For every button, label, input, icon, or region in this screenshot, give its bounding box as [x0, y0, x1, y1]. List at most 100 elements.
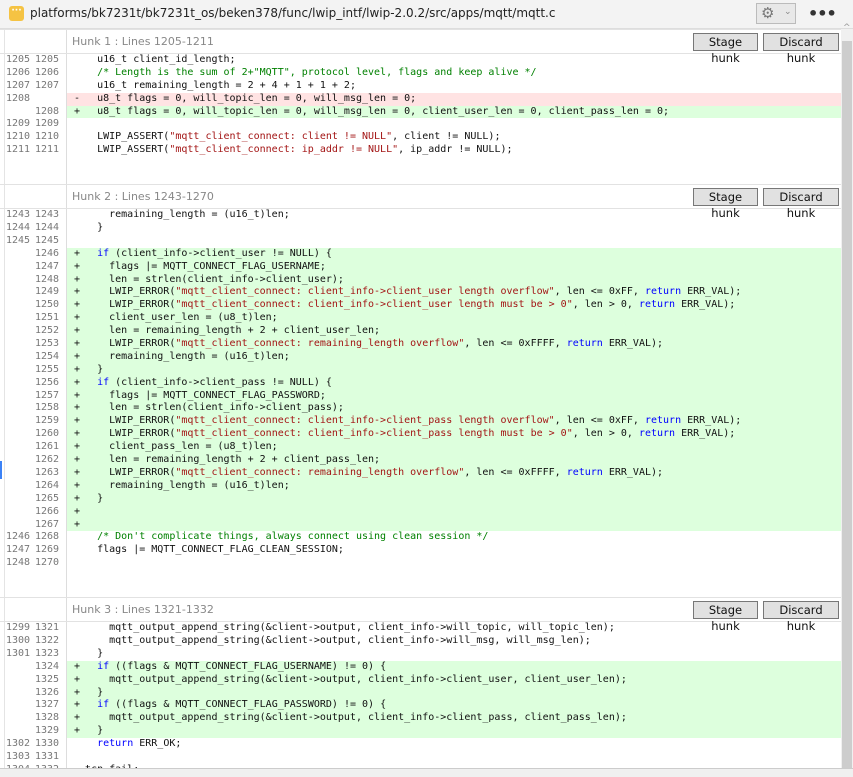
line-numbers: 1255 — [6, 364, 64, 377]
keyword-token: if — [97, 247, 110, 259]
diff-line-add: 1264 remaining_length = (u16_t)len; + — [0, 479, 841, 493]
string-token: "mqtt_client_connect: client_info->clien… — [175, 415, 555, 427]
added-sign: + — [74, 299, 81, 311]
added-sign: + — [74, 454, 81, 466]
added-sign: + — [74, 376, 81, 388]
diff-line-add: 1261 client_pass_len = (u8_t)len; + — [0, 441, 841, 455]
new-line-number: 1324 — [35, 660, 60, 672]
new-line-number: 1244 — [35, 222, 60, 234]
new-line-number: 1211 — [35, 144, 60, 156]
code-token: , len <= 0xFF, — [554, 415, 645, 427]
code-text: return ERR_OK; — [67, 738, 841, 751]
keyword-token: return — [638, 428, 676, 440]
stage-hunk-button[interactable]: Stage hunk — [693, 33, 758, 65]
old-line-number: 1210 — [6, 131, 31, 143]
file-path: platforms/bk7231t/bk7231t_os/beken378/fu… — [30, 6, 556, 20]
line-numbers: 1243 1243 — [6, 209, 64, 222]
old-line-number: 1243 — [6, 209, 31, 221]
hunk-title: Hunk 1 : Lines 1205-1211 — [72, 35, 214, 48]
code-token: remaining_length = (u16_t)len; — [73, 209, 290, 221]
line-numbers: 1264 — [6, 480, 64, 493]
code-token: ((flags & MQTT_CONNECT_FLAG_USERNAME) !=… — [109, 660, 387, 672]
code-token: u8_t flags = 0, will_topic_len = 0, will… — [73, 105, 670, 117]
new-line-number: 1208 — [35, 105, 60, 117]
diff-line-ctx: 1247 1269 flags |= MQTT_CONNECT_FLAG_CLEA… — [0, 544, 841, 557]
code-token: client_pass_len = (u8_t)len; — [73, 441, 278, 453]
new-line-number: 1258 — [35, 402, 60, 414]
string-token: "mqtt_client_connect: client != NULL" — [169, 131, 393, 143]
old-line-number: 1300 — [6, 634, 31, 646]
keyword-token: return — [644, 286, 682, 298]
added-sign: + — [74, 415, 81, 427]
line-numbers: 1248 — [6, 274, 64, 287]
new-line-number: 1327 — [35, 699, 60, 711]
code-token: len = remaining_length + 2 + client_user… — [73, 325, 381, 337]
old-line-number: 1206 — [6, 66, 31, 78]
string-token: "mqtt_client_connect: client_info->clien… — [175, 286, 555, 298]
line-numbers: 1208 — [6, 93, 64, 106]
code-token: } — [73, 647, 104, 659]
added-sign: + — [74, 325, 81, 337]
diff-line-add: 1252 len = remaining_length + 2 + client… — [0, 325, 841, 339]
code-token: ERR_VAL); — [675, 299, 736, 311]
line-numbers: 1244 1244 — [6, 222, 64, 235]
diff-line-ctx: 1245 1245 — [0, 235, 841, 248]
diff-line-ctx: 1207 1207 u16_t remaining_length = 2 + 4 … — [0, 80, 841, 93]
line-numbers: 1326 — [6, 687, 64, 700]
diff-line-ctx: 1211 1211 LWIP_ASSERT("mqtt_client_connec… — [0, 144, 841, 157]
new-line-number: 1329 — [35, 725, 60, 737]
code-text: u8_t flags = 0, will_topic_len = 0, will… — [67, 92, 841, 106]
diff-line-ctx: 1244 1244 } — [0, 222, 841, 235]
keyword-token: if — [97, 376, 110, 388]
new-line-number: 1259 — [35, 415, 60, 427]
code-token: LWIP_ERROR( — [73, 338, 176, 350]
old-line-number: 1301 — [6, 647, 31, 659]
new-line-number: 1264 — [35, 479, 60, 491]
added-sign: + — [74, 725, 81, 737]
stage-hunk-button[interactable]: Stage hunk — [693, 601, 758, 633]
added-sign: + — [74, 492, 81, 504]
line-numbers: 1246 1268 — [6, 531, 64, 544]
diff-line-ctx: 1302 1330 return ERR_OK; — [0, 738, 841, 751]
discard-hunk-button[interactable]: Discard hunk — [763, 33, 839, 65]
more-icon[interactable]: ••• — [808, 4, 837, 23]
diff-line-add: 1249 LWIP_ERROR("mqtt_client_connect: cl… — [0, 286, 841, 300]
diff-line-add: 1267 + — [0, 518, 841, 532]
old-line-number: 1303 — [6, 750, 31, 762]
vertical-scrollbar[interactable]: ^ — [841, 23, 853, 768]
line-numbers: 1261 — [6, 441, 64, 454]
string-token: "mqtt_client_connect: client_info->clien… — [175, 299, 573, 311]
code-token: (client_info->client_pass != NULL) { — [109, 376, 332, 388]
code-text — [67, 505, 841, 519]
scrollbar-thumb[interactable] — [842, 41, 852, 768]
added-sign: + — [74, 466, 81, 478]
scroll-up-icon[interactable]: ^ — [843, 23, 851, 33]
new-line-number: 1260 — [35, 428, 60, 440]
code-text: u16_t client_id_length; — [67, 54, 841, 67]
code-text: LWIP_ASSERT("mqtt_client_connect: client… — [67, 131, 841, 144]
new-line-number: 1206 — [35, 66, 60, 78]
line-numbers: 1208 — [6, 106, 64, 119]
code-token: LWIP_ERROR( — [73, 415, 176, 427]
code-text: if (client_info->client_pass != NULL) { — [67, 376, 841, 390]
stage-hunk-button[interactable]: Stage hunk — [693, 188, 758, 220]
line-numbers: 1246 — [6, 248, 64, 261]
settings-dropdown-button[interactable]: ⚙ ⌄ — [756, 3, 796, 24]
new-line-number: 1256 — [35, 376, 60, 388]
new-line-number: 1328 — [35, 712, 60, 724]
string-token: "mqtt_client_connect: client_info->clien… — [175, 428, 573, 440]
discard-hunk-button[interactable]: Discard hunk — [763, 601, 839, 633]
code-text: if ((flags & MQTT_CONNECT_FLAG_USERNAME)… — [67, 660, 841, 674]
discard-hunk-button[interactable]: Discard hunk — [763, 188, 839, 220]
keyword-token: return — [566, 466, 603, 478]
diff-line-add: 1259 LWIP_ERROR("mqtt_client_connect: cl… — [0, 415, 841, 429]
code-token: LWIP_ERROR( — [73, 286, 176, 298]
hunk-header: Hunk 2 : Lines 1243-1270 Stage hunk Discar… — [0, 184, 841, 220]
hunk-1: Hunk 1 : Lines 1205-1211 Stage hunk Discar… — [0, 29, 841, 184]
added-sign: + — [74, 441, 81, 453]
code-token: ERR_VAL); — [602, 466, 664, 478]
line-numbers: 1245 1245 — [6, 235, 64, 248]
line-numbers: 1262 — [6, 454, 64, 467]
